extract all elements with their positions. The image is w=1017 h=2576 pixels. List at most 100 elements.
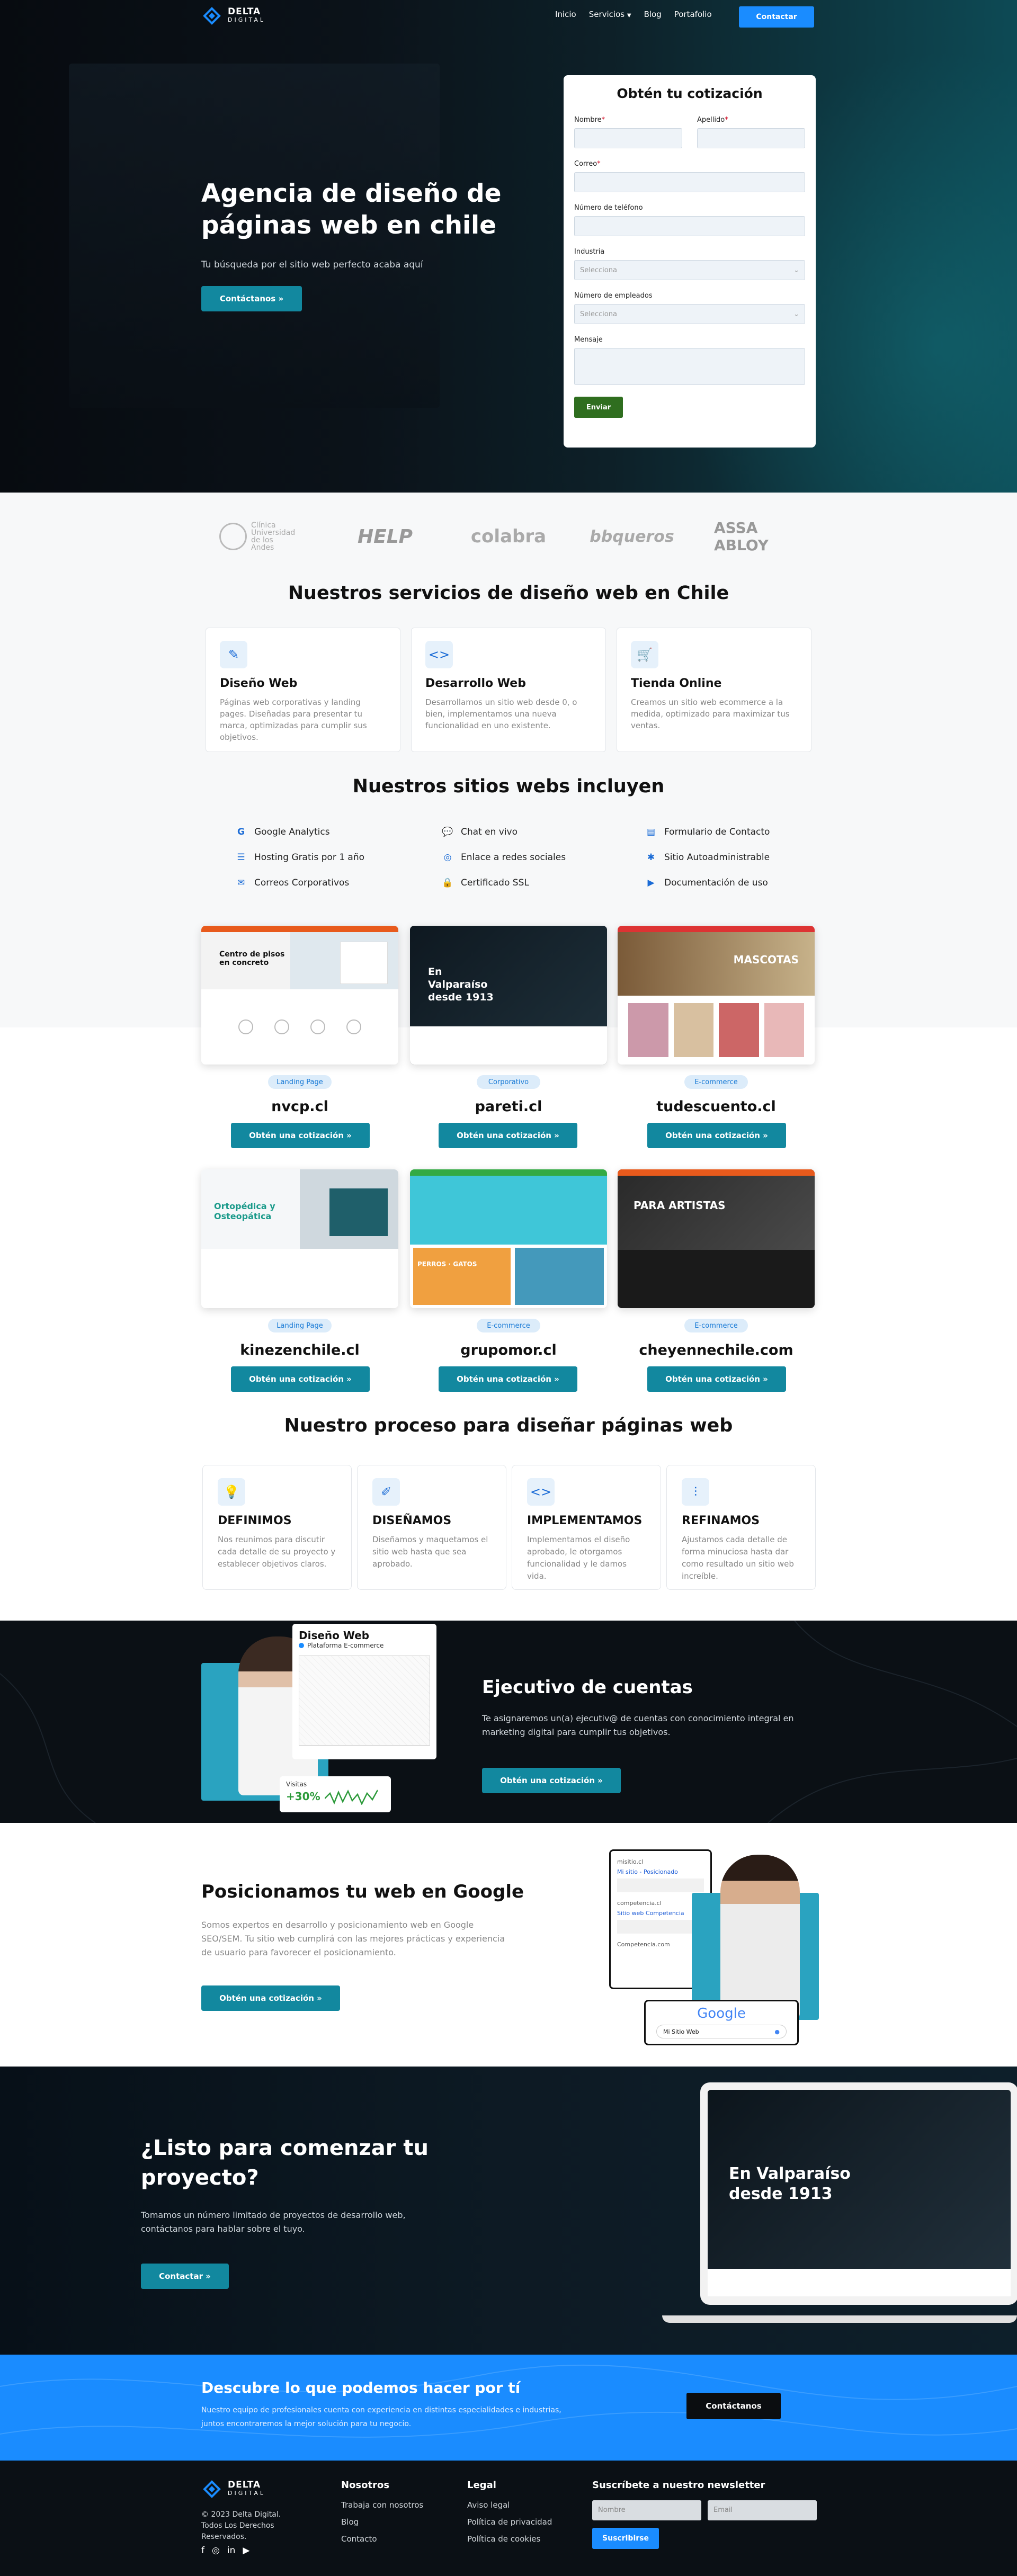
delta-logo-icon [203,2480,221,2498]
quote-button[interactable]: Obtén una cotización » [231,1366,370,1392]
exec-quote-button[interactable]: Obtén una cotización » [482,1768,621,1793]
feature-item: G Google Analytics [235,826,330,838]
service-card[interactable]: 🛒 Tienda Online Creamos un sitio web eco… [617,628,811,752]
facebook-icon[interactable]: f [201,2545,204,2556]
process-card: ⫶ REFINAMOS Ajustamos cada detalle de fo… [666,1465,816,1590]
delta-logo-icon [203,7,221,25]
footer-link[interactable]: Política de privacidad [467,2517,552,2527]
portfolio-screenshot[interactable]: En Valparaíso desde 1913 [410,926,607,1065]
telefono-field[interactable] [574,216,805,236]
service-card[interactable]: ✎ Diseño Web Páginas web corporativas y … [206,628,400,752]
cta-contact-button[interactable]: Contactar » [141,2264,229,2289]
category-tag: Landing Page [268,1319,332,1332]
process-card: ✐ DISEÑAMOS Diseñamos y maquetamos el si… [357,1465,506,1590]
portfolio-screenshot[interactable]: MASCOTAS [618,926,815,1065]
empleados-label: Número de empleados [574,292,653,300]
instagram-icon[interactable]: ◎ [212,2545,220,2556]
footer-link[interactable]: Contacto [341,2534,423,2544]
discover-band: Descubre lo que podemos hacer por tí Nue… [0,2355,1017,2461]
services-title: Nuestros servicios de diseño web en Chil… [288,583,729,604]
feature-item: ◎ Enlace a redes sociales [442,852,566,863]
nav-servicios[interactable]: Servicios ▼ [589,10,631,19]
footer-logo[interactable]: DELTA DIGITAL [201,2479,265,2500]
linkedin-icon[interactable]: in [227,2545,236,2556]
quote-button[interactable]: Obtén una cotización » [439,1366,577,1392]
portfolio-screenshot[interactable]: Ortopédica y Osteopática [201,1169,398,1308]
youtube-icon[interactable]: ▶ [243,2545,249,2556]
footer-link[interactable]: Aviso legal [467,2500,552,2510]
project-name: grupomor.cl [460,1342,557,1358]
quote-button[interactable]: Obtén una cotización » [439,1123,577,1148]
footer-link[interactable]: Trabaja con nosotros [341,2500,423,2510]
wireframe-card-title: Diseño Web [299,1629,370,1642]
submit-button[interactable]: Enviar [574,397,623,418]
nav-contact-button[interactable]: Contactar [739,6,814,28]
hero-subtitle: Tu búsqueda por el sitio web perfecto ac… [201,260,423,270]
process-step-title: REFINAMOS [682,1514,760,1527]
portfolio-screenshot[interactable]: Centro de pisos en concreto [201,926,398,1065]
service-card[interactable]: <> Desarrollo Web Desarrollamos un sitio… [411,628,606,752]
cart-icon: 🛒 [631,641,658,668]
process-step-title: IMPLEMENTAMOS [527,1514,643,1527]
nav-blog[interactable]: Blog [644,10,662,19]
client-logo: ASSA ABLOY [714,519,769,554]
band-contact-button[interactable]: Contáctanos [686,2393,781,2419]
mensaje-textarea[interactable] [574,348,805,385]
newsletter-email-input[interactable]: Email [708,2500,817,2520]
category-tag: E-commerce [684,1319,748,1332]
form-title: Obtén tu cotización [617,86,763,101]
process-step-title: DISEÑAMOS [372,1514,452,1527]
industria-select[interactable]: Selecciona ⌄ [574,260,805,280]
nombre-label: Nombre* [574,116,605,124]
client-logo: colabra [470,526,547,547]
copyright: © 2023 Delta Digital. Todos Los Derechos… [201,2510,281,2541]
footer-link[interactable]: Blog [341,2517,423,2527]
service-text: Páginas web corporativas y landing pages… [220,697,367,742]
feature-item: 💬 Chat en vivo [442,827,518,837]
nombre-field[interactable] [574,128,682,148]
design-icon: ✐ [372,1478,400,1506]
exec-title: Ejecutivo de cuentas [482,1677,693,1698]
hero-contact-button[interactable]: Contáctanos » [201,286,302,311]
google-search-box: Google Mi Sitio Web ● [644,2000,799,2045]
seal-icon [219,523,247,550]
footer-col-title: Nosotros [341,2480,390,2491]
newsletter-name-input[interactable]: Nombre [592,2500,701,2520]
process-card: 💡 DEFINIMOS Nos reunimos para discutir c… [202,1465,352,1590]
code-icon: <> [425,641,453,668]
account-executive-section: Diseño Web Plataforma E-commerce Visitas… [0,1621,1017,1823]
empleados-select[interactable]: Selecciona ⌄ [574,304,805,324]
feature-item: ▤ Formulario de Contacto [645,826,770,838]
cta-text: Tomamos un número limitado de proyectos … [141,2210,406,2234]
google-logo: Google [697,2006,746,2022]
portfolio-screenshot[interactable]: PERROS · GATOS [410,1169,607,1308]
telefono-label: Número de teléfono [574,204,643,212]
brand-logo[interactable]: DELTA DIGITAL [201,5,265,26]
seo-quote-button[interactable]: Obtén una cotización » [201,1985,340,2011]
footer-col-title: Legal [467,2480,496,2491]
correo-field[interactable] [574,172,805,192]
youtube-icon: ▶ [647,878,655,888]
service-text: Creamos un sitio web ecommerce a la medi… [631,697,790,730]
nav-inicio[interactable]: Inicio [555,10,576,19]
subscribe-button[interactable]: Suscribirse [592,2528,659,2549]
chevron-down-icon: ⌄ [793,266,799,274]
footer-link[interactable]: Política de cookies [467,2534,552,2544]
project-name: tudescuento.cl [656,1098,776,1115]
quote-button[interactable]: Obtén una cotización » [647,1366,786,1392]
apellido-field[interactable] [697,128,805,148]
nav-portafolio[interactable]: Portafolio [674,10,712,19]
instagram-icon: ◎ [443,852,452,863]
category-tag: E-commerce [684,1075,748,1089]
form-icon: ▤ [646,827,656,837]
quote-button[interactable]: Obtén una cotización » [231,1123,370,1148]
seo-text: Somos expertos en desarrollo y posiciona… [201,1920,505,1957]
portfolio-screenshot[interactable]: PARA ARTISTAS [618,1169,815,1308]
client-logo: bbqueros [590,527,674,546]
service-title: Diseño Web [220,677,298,690]
dot-icon [299,1643,304,1648]
band-text: Nuestro equipo de profesionales cuenta c… [201,2406,561,2428]
quote-button[interactable]: Obtén una cotización » [647,1123,786,1148]
client-logo: Clínica Universidad de los Andes [218,522,298,551]
project-name: kinezenchile.cl [240,1342,360,1358]
